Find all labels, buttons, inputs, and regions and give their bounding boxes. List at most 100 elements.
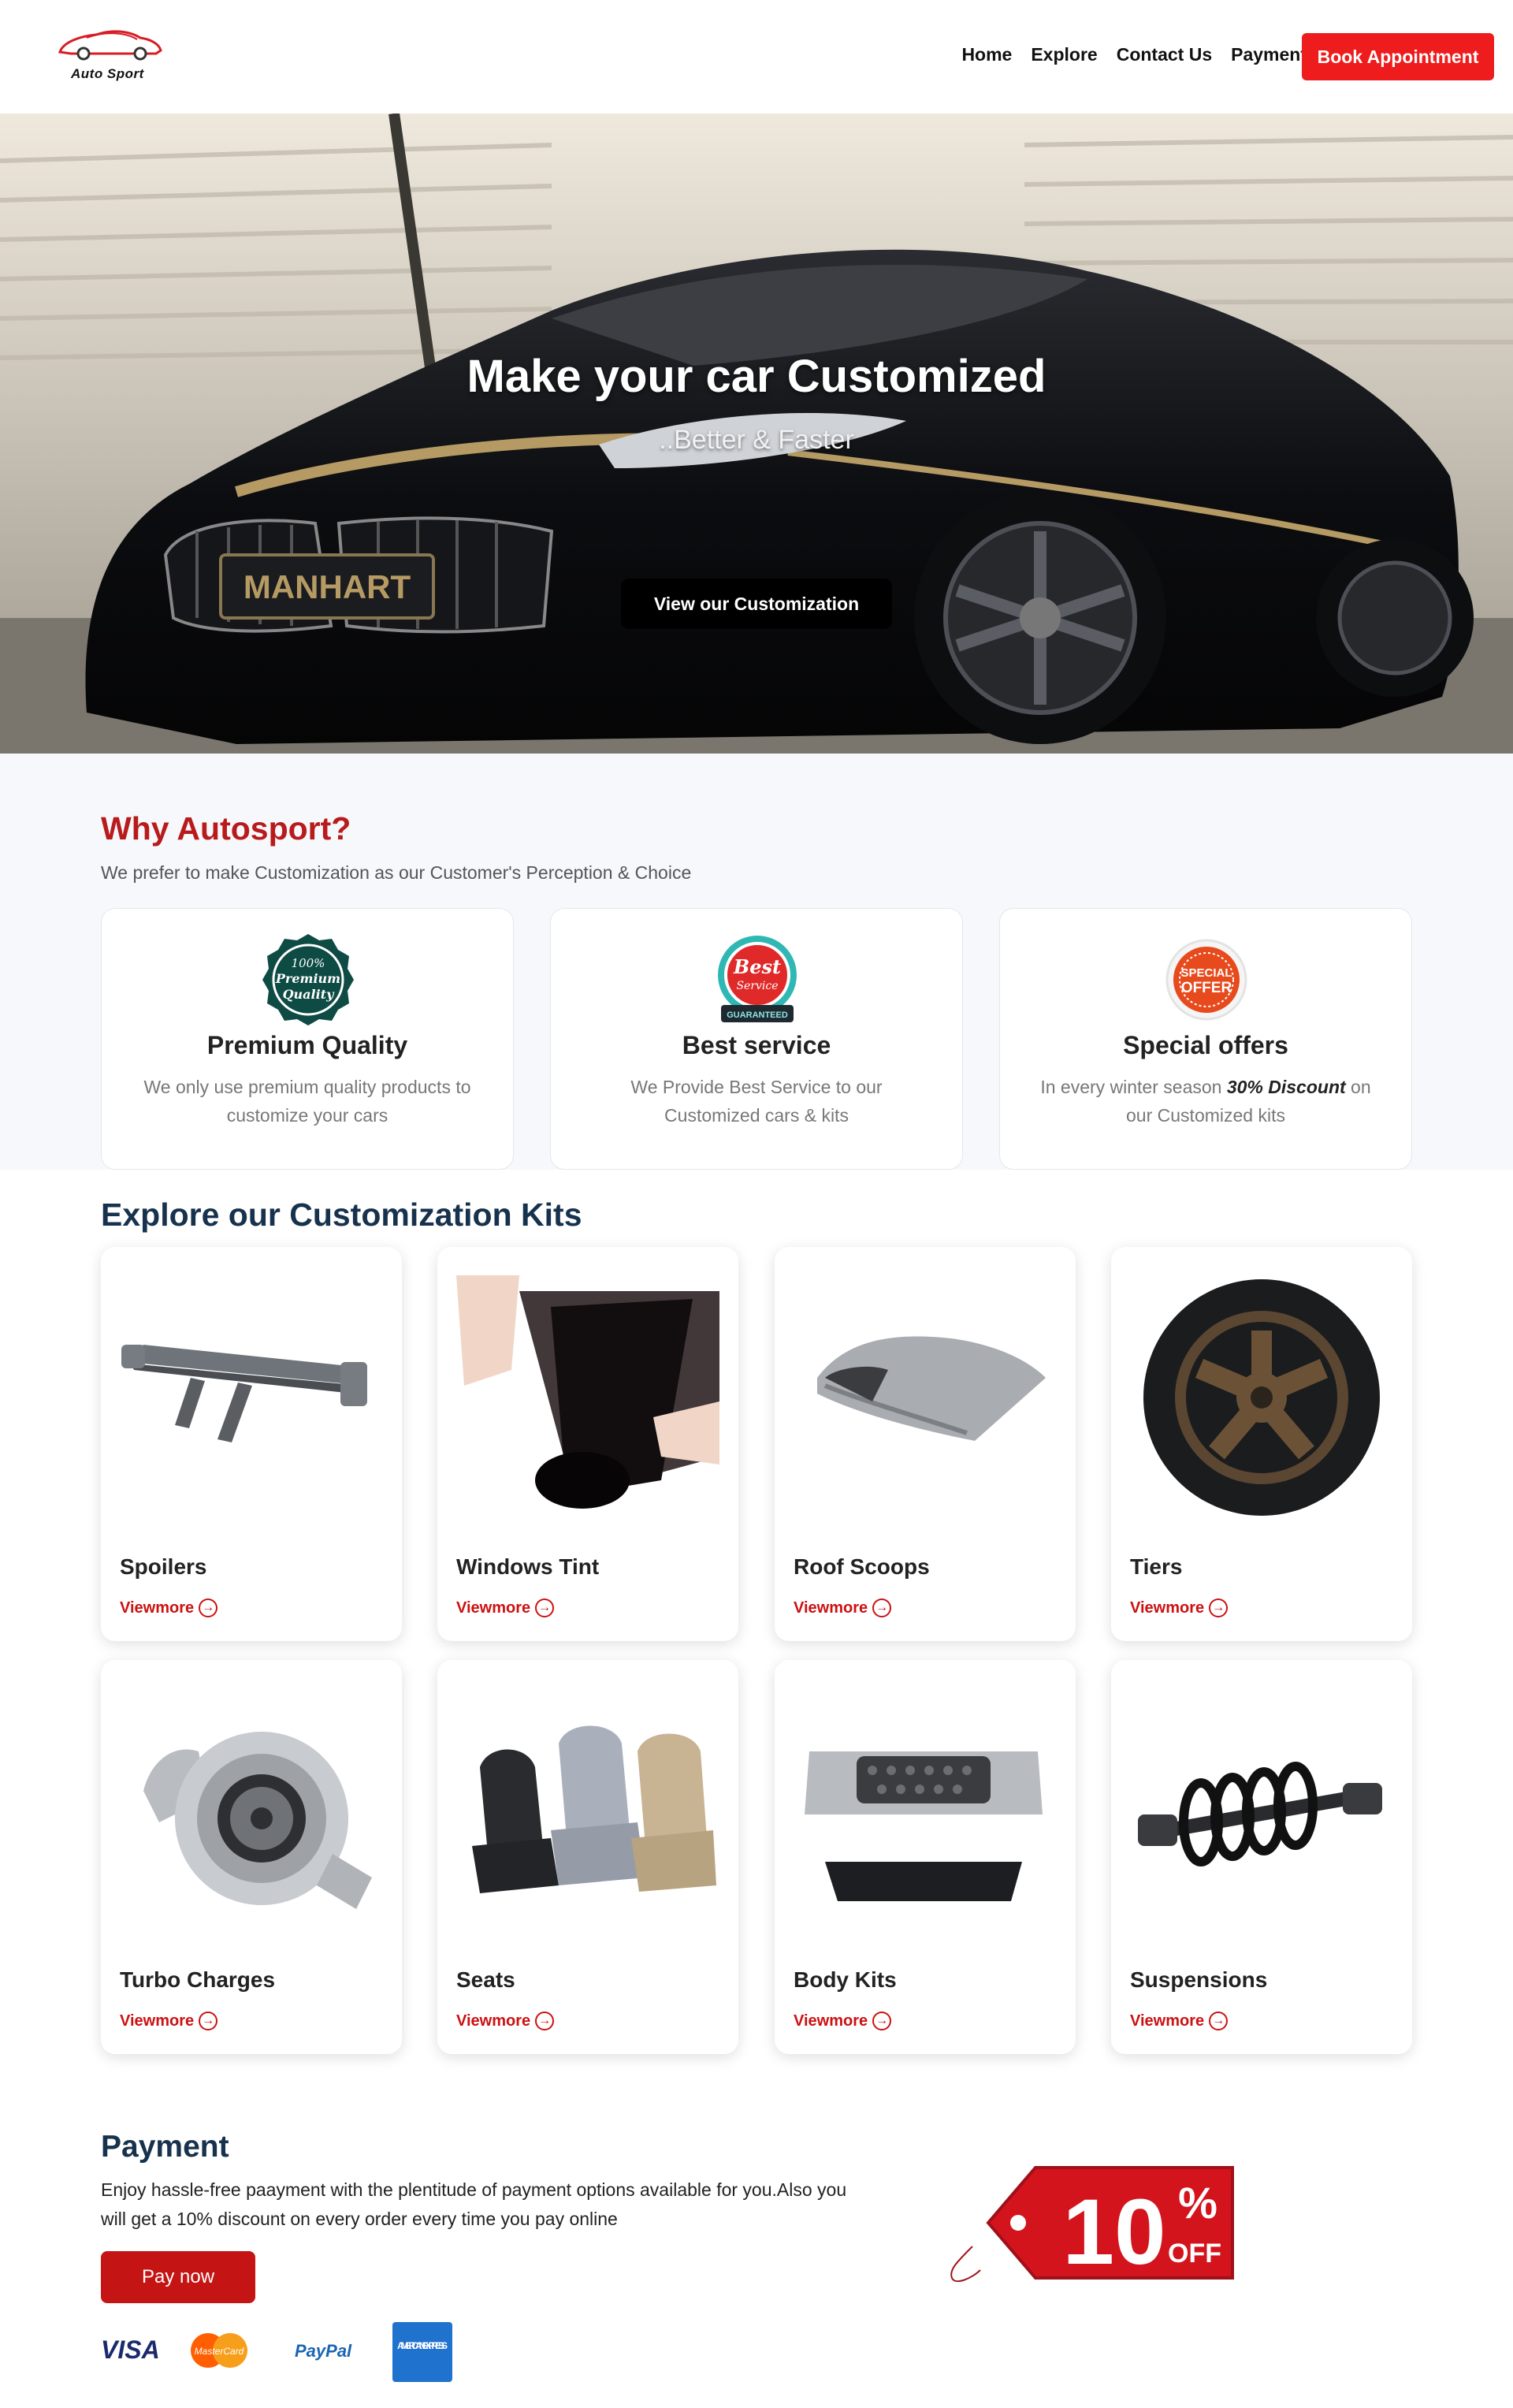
kit-name: Suspensions: [1130, 1967, 1268, 1992]
turbo-image-icon: [120, 1688, 383, 1933]
feature-title: Special offers: [1123, 1031, 1288, 1059]
best-service-badge-icon: Best Service GUARANTEED: [718, 936, 797, 1022]
viewmore-link[interactable]: Viewmore →: [794, 1599, 892, 1617]
promo-unit: %: [1178, 2178, 1217, 2227]
premium-quality-badge-icon: 100% Premium Quality: [262, 934, 354, 1025]
kit-name: Turbo Charges: [120, 1967, 276, 1992]
payment-title: Payment: [101, 2130, 229, 2164]
kit-name: Seats: [456, 1967, 515, 1992]
viewmore-link[interactable]: Viewmore →: [1130, 2012, 1229, 2030]
kit-card-body-kits[interactable]: Body Kits Viewmore →: [775, 1660, 1076, 2054]
premium-badge-line-2: Premium: [275, 971, 340, 986]
window-tint-image-icon: [456, 1275, 719, 1520]
brand-logo[interactable]: Auto Sport: [55, 25, 173, 88]
kit-card-seats[interactable]: Seats Viewmore →: [437, 1660, 738, 2054]
amex-logo-icon: AMERICAN EXPRESS: [392, 2322, 452, 2382]
feature-text-discount: 30% Discount: [1226, 1077, 1346, 1097]
feature-card-offers: SPECIAL OFFER Special offers In every wi…: [999, 908, 1412, 1170]
tire-image-icon: [1130, 1275, 1393, 1520]
nav-explore[interactable]: Explore: [1031, 44, 1097, 65]
kit-card-spoilers[interactable]: Spoilers Viewmore →: [101, 1247, 402, 1641]
kit-card-windows-tint[interactable]: Windows Tint Viewmore →: [437, 1247, 738, 1641]
hero-banner: MANHART Make your car Customized ..Bette…: [0, 114, 1513, 754]
viewmore-link[interactable]: Viewmore →: [456, 1599, 555, 1617]
nav-payment[interactable]: Payment: [1231, 44, 1307, 65]
nav-links: Home Explore Contact Us Payment: [961, 44, 1307, 65]
paypal-logo-icon: PayPal: [295, 2341, 352, 2361]
kit-name: Tiers: [1130, 1554, 1183, 1579]
premium-badge-line-1: 100%: [292, 956, 325, 970]
nav-contact-us[interactable]: Contact Us: [1117, 44, 1212, 65]
spoiler-image-icon: [120, 1275, 383, 1520]
kit-card-roof-scoops[interactable]: Roof Scoops Viewmore →: [775, 1247, 1076, 1641]
arrow-right-circle-icon: →: [1209, 1599, 1229, 1617]
why-title: Why Autosport?: [101, 810, 351, 847]
body-kit-image-icon: [794, 1688, 1057, 1933]
payment-text: Enjoy hassle-free paayment with the plen…: [101, 2179, 847, 2229]
arrow-right-circle-icon: →: [535, 1599, 555, 1617]
special-offer-badge-line-2: OFFER: [1181, 980, 1232, 996]
promo-value: 10: [1062, 2180, 1165, 2284]
ten-percent-off-tag: 10 % OFF: [950, 2166, 1234, 2284]
hero-subtitle: ..Better & Faster: [659, 425, 854, 455]
feature-title: Premium Quality: [206, 1031, 408, 1059]
kit-name: Roof Scoops: [794, 1554, 930, 1579]
feature-card-premium: 100% Premium Quality Premium Quality We …: [101, 908, 514, 1170]
viewmore-label: Viewmore: [120, 1599, 195, 1617]
viewmore-label: Viewmore: [120, 2012, 195, 2030]
promo-label: OFF: [1168, 2239, 1221, 2268]
payment-methods: VISA MasterCard PayPal AMERICAN EXPRESS: [101, 2322, 452, 2382]
viewmore-link[interactable]: Viewmore →: [120, 1599, 218, 1617]
visa-logo-icon: VISA: [101, 2335, 160, 2364]
feature-text-before: In every winter season: [1040, 1077, 1227, 1097]
arrow-right-circle-icon: →: [872, 2012, 892, 2030]
viewmore-label: Viewmore: [456, 1599, 531, 1617]
why-section: Why Autosport? We prefer to make Customi…: [0, 754, 1513, 1170]
arrow-right-circle-icon: →: [1209, 2012, 1229, 2030]
kit-card-turbo[interactable]: Turbo Charges Viewmore →: [101, 1660, 402, 2054]
seats-image-icon: [456, 1688, 719, 1933]
special-offer-badge-icon: SPECIAL OFFER: [1165, 939, 1247, 1021]
best-service-badge-line-1: Best: [733, 955, 781, 978]
car-logo-icon: [58, 30, 162, 61]
viewmore-label: Viewmore: [1130, 2012, 1205, 2030]
roof-scoop-image-icon: [794, 1275, 1057, 1520]
kit-card-suspensions[interactable]: Suspensions Viewmore →: [1111, 1660, 1412, 2054]
pay-now-button[interactable]: Pay now: [101, 2251, 255, 2303]
logo-text: Auto Sport: [71, 66, 144, 81]
view-customization-button[interactable]: View our Customization: [621, 579, 892, 629]
mastercard-logo-text: MasterCard: [195, 2346, 244, 2357]
feature-text: We only use premium quality products to …: [143, 1077, 471, 1126]
feature-text: We Provide Best Service to our Customize…: [630, 1077, 883, 1126]
amex-logo-text: AMERICAN EXPRESS: [397, 2340, 448, 2351]
why-subtitle: We prefer to make Customization as our C…: [101, 862, 692, 883]
feature-card-service: Best Service GUARANTEED Best service We …: [550, 908, 963, 1170]
hero-plate-text: MANHART: [243, 568, 411, 605]
viewmore-link[interactable]: Viewmore →: [120, 2012, 218, 2030]
book-appointment-button[interactable]: Book Appointment: [1302, 33, 1494, 80]
viewmore-label: Viewmore: [794, 1599, 868, 1617]
suspension-image-icon: [1130, 1688, 1393, 1933]
hero-title: Make your car Customized: [467, 351, 1046, 402]
arrow-right-circle-icon: →: [872, 1599, 892, 1617]
mastercard-logo-icon: MasterCard: [191, 2333, 247, 2368]
viewmore-label: Viewmore: [794, 2012, 868, 2030]
special-offer-badge-line-1: SPECIAL: [1180, 966, 1232, 980]
viewmore-link[interactable]: Viewmore →: [456, 2012, 555, 2030]
premium-badge-line-3: Quality: [283, 987, 335, 1002]
arrow-right-circle-icon: →: [199, 2012, 218, 2030]
navbar: Auto Sport Home Explore Contact Us Payme…: [0, 0, 1513, 114]
viewmore-link[interactable]: Viewmore →: [1130, 1599, 1229, 1617]
viewmore-link[interactable]: Viewmore →: [794, 2012, 892, 2030]
kit-name: Body Kits: [794, 1967, 897, 1992]
feature-text: In every winter season 30% Discount on o…: [1032, 1073, 1380, 1130]
nav-home[interactable]: Home: [961, 44, 1012, 65]
arrow-right-circle-icon: →: [535, 2012, 555, 2030]
viewmore-label: Viewmore: [1130, 1599, 1205, 1617]
kit-name: Spoilers: [120, 1554, 207, 1579]
kit-name: Windows Tint: [456, 1554, 600, 1579]
kit-card-tiers[interactable]: Tiers Viewmore →: [1111, 1247, 1412, 1641]
arrow-right-circle-icon: →: [199, 1599, 218, 1617]
feature-title: Best service: [682, 1031, 831, 1059]
best-service-badge-line-2: Service: [736, 980, 778, 992]
